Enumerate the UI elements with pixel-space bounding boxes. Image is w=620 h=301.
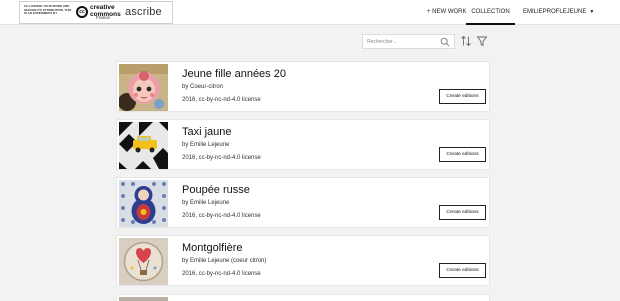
search-box <box>362 34 455 49</box>
work-license: 2016, cc-by-nc-nd-4.0 license <box>182 271 261 277</box>
work-title[interactable]: Poupée russe <box>182 184 250 196</box>
create-editions-button[interactable]: Create editions <box>439 263 486 278</box>
artwork-thumbnail[interactable] <box>119 180 168 227</box>
sort-icon[interactable] <box>460 35 472 47</box>
work-card[interactable]: Poupée russe by Emilie Lejeune 2016, cc-… <box>116 177 490 228</box>
create-editions-button[interactable]: Create editions <box>439 89 486 104</box>
artwork-thumbnail[interactable] <box>119 297 168 301</box>
artwork-thumbnail[interactable] <box>119 238 168 285</box>
work-title[interactable]: Montgolfière <box>182 242 243 254</box>
work-title[interactable]: Jeune fille années 20 <box>182 68 286 80</box>
creative-commons-logo-icon: cc <box>76 6 88 18</box>
brand-banner[interactable]: CC-LICENSE YOUR WORK AND SECURE ITS ATTR… <box>19 1 173 24</box>
work-license: 2016, cc-by-nc-nd-4.0 license <box>182 213 261 219</box>
top-bar: CC-LICENSE YOUR WORK AND SECURE ITS ATTR… <box>0 0 620 25</box>
work-card-partial[interactable] <box>116 294 490 301</box>
work-license: 2016, cc-by-nc-nd-4.0 license <box>182 155 261 161</box>
work-card[interactable]: Taxi jaune by Emilie Lejeune 2016, cc-by… <box>116 119 490 170</box>
work-license: 2016, cc-by-nc-nd-4.0 license <box>182 97 261 103</box>
ascribe-logo: ascribe <box>125 6 162 18</box>
filter-icon[interactable] <box>476 35 488 47</box>
work-card[interactable]: Jeune fille années 20 by Coeur-citron 20… <box>116 61 490 112</box>
nav-collection[interactable]: COLLECTION <box>466 0 515 25</box>
create-editions-button[interactable]: Create editions <box>439 147 486 162</box>
nav-user-menu[interactable]: EMILIEPROFLEJEUNE ▼ <box>523 0 594 25</box>
create-editions-button[interactable]: Create editions <box>439 205 486 220</box>
brand-tagline: CC-LICENSE YOUR WORK AND SECURE ITS ATTR… <box>24 4 72 16</box>
work-author: by Emilie Lejeune (coeur citron) <box>182 258 267 264</box>
work-author: by Emilie Lejeune <box>182 200 230 206</box>
work-author: by Coeur-citron <box>182 84 224 90</box>
work-card[interactable]: Montgolfière by Emilie Lejeune (coeur ci… <box>116 235 490 286</box>
search-input[interactable] <box>367 37 437 47</box>
artwork-thumbnail[interactable] <box>119 64 168 111</box>
search-icon[interactable] <box>440 37 450 47</box>
caret-down-icon: ▼ <box>589 9 595 15</box>
user-name: EMILIEPROFLEJEUNE <box>523 9 587 15</box>
work-title[interactable]: Taxi jaune <box>182 126 232 138</box>
artwork-thumbnail[interactable] <box>119 122 168 169</box>
creative-commons-country: France <box>96 15 111 20</box>
nav-new-work[interactable]: + NEW WORK <box>427 0 467 25</box>
work-author: by Emilie Lejeune <box>182 142 230 148</box>
